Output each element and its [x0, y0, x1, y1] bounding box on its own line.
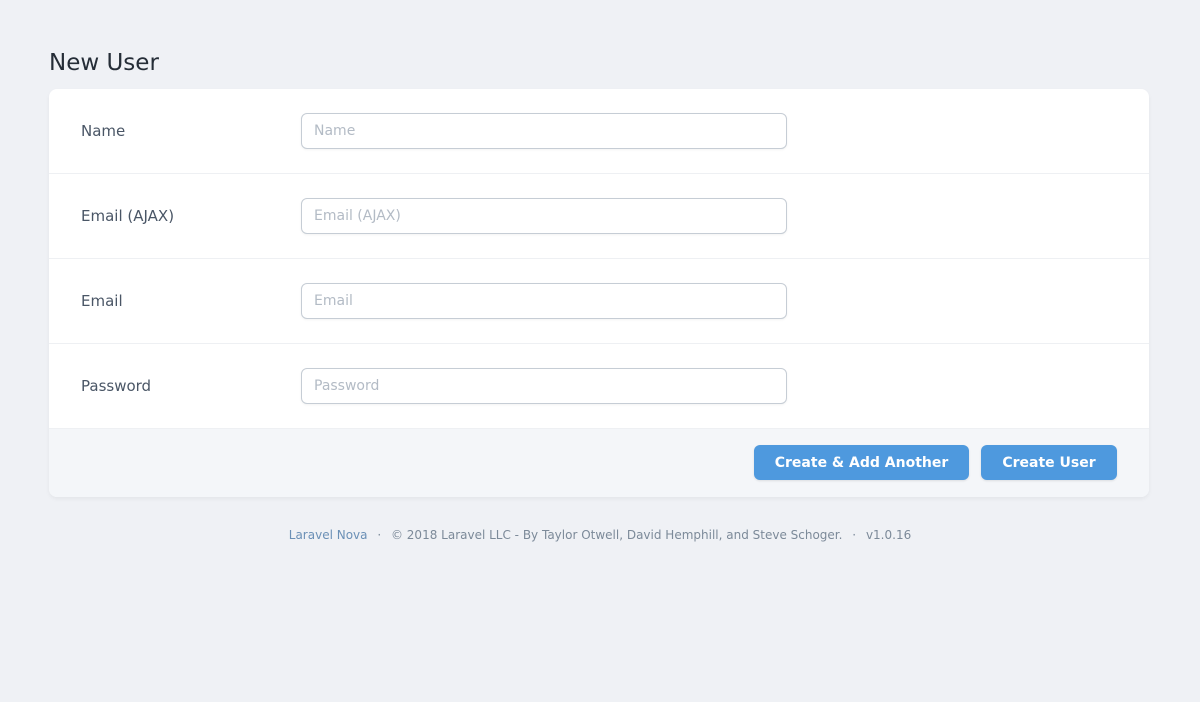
footer-separator: ·: [852, 528, 857, 542]
form-actions: Create & Add Another Create User: [49, 429, 1149, 497]
email-input[interactable]: [301, 283, 787, 319]
email-ajax-label: Email (AJAX): [81, 207, 175, 225]
form-card: Name Email (AJAX) Email Password Create …: [49, 89, 1149, 497]
footer-copyright: © 2018 Laravel LLC - By Taylor Otwell, D…: [390, 528, 843, 542]
laravel-nova-link[interactable]: Laravel Nova: [289, 528, 368, 542]
form-row-email-ajax: Email (AJAX): [49, 174, 1149, 259]
page-title: New User: [49, 50, 159, 76]
footer-version: v1.0.16: [865, 528, 912, 542]
create-and-add-another-button[interactable]: Create & Add Another: [754, 445, 969, 480]
email-ajax-input[interactable]: [301, 198, 787, 234]
name-input[interactable]: [301, 113, 787, 149]
password-label: Password: [81, 377, 152, 395]
create-user-button[interactable]: Create User: [981, 445, 1117, 480]
email-label: Email: [81, 292, 123, 310]
form-row-email: Email: [49, 259, 1149, 344]
footer-separator: ·: [377, 528, 382, 542]
password-input[interactable]: [301, 368, 787, 404]
form-row-name: Name: [49, 89, 1149, 174]
page: New User Name Email (AJAX) Email Passwor…: [0, 0, 1200, 702]
name-label: Name: [81, 122, 126, 140]
form-row-password: Password: [49, 344, 1149, 429]
page-footer: Laravel Nova · © 2018 Laravel LLC - By T…: [0, 526, 1200, 544]
